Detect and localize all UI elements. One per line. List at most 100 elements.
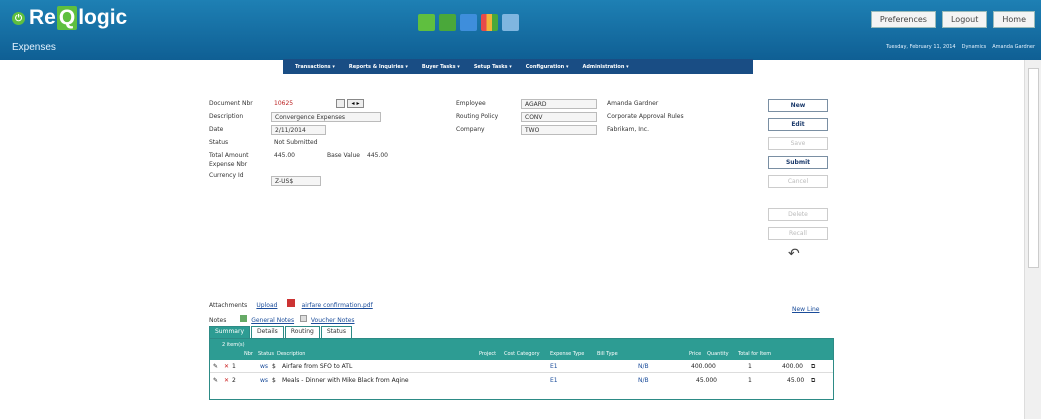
logo-suffix: logic (78, 6, 128, 29)
menu-buyer-tasks[interactable]: Buyer Tasks ▾ (422, 64, 460, 70)
upload-link[interactable]: Upload (256, 302, 277, 309)
edit-row-icon[interactable]: ✎ (213, 363, 218, 370)
main-menu: Transactions ▾ Reports & Inquiries ▾ Buy… (283, 59, 753, 74)
attachments-section: Attachments Upload airfare confirmation.… (209, 292, 373, 324)
power-icon: ⏻ (12, 11, 25, 25)
preferences-button[interactable]: Preferences (870, 11, 936, 28)
row-bill-type[interactable]: N/B (638, 363, 649, 370)
attachment-file-link[interactable]: airfare confirmation.pdf (302, 302, 373, 309)
undo-icon[interactable]: ↶ (788, 246, 800, 262)
submit-button[interactable]: Submit (768, 156, 828, 169)
total-amount-label: Total Amount (209, 152, 249, 159)
row-bill-type[interactable]: N/B (638, 377, 649, 384)
nav-arrows-icon[interactable]: ◂ ▸ (347, 99, 364, 108)
col-project: Project (479, 351, 497, 357)
row-status[interactable]: ws (260, 377, 268, 384)
current-date: Tuesday, February 11, 2014 (886, 44, 956, 50)
col-bill-type: Bill Type (597, 351, 618, 357)
tab-routing[interactable]: Routing (284, 326, 320, 338)
company-label: Company (456, 126, 485, 133)
workflow-icon[interactable] (502, 14, 519, 31)
employee-name: Amanda Gardner (607, 100, 659, 107)
logo-prefix: Re (29, 6, 56, 29)
currency-field[interactable]: Z-US$ (271, 176, 321, 186)
copy-row-icon[interactable]: ⧉ (811, 363, 815, 371)
row-nbr: 1 (232, 363, 236, 370)
excel-icon[interactable] (418, 14, 435, 31)
save-button[interactable]: Save (768, 137, 828, 150)
expense-lines-grid: 2 item(s) Nbr Status Description Project… (209, 338, 834, 400)
home-button[interactable]: Home (993, 11, 1035, 28)
status-label: Status (209, 139, 229, 146)
grid-header: 2 item(s) Nbr Status Description Project… (210, 339, 833, 360)
scrollbar-thumb[interactable] (1028, 68, 1039, 268)
description-field[interactable]: Convergence Expenses (271, 112, 381, 122)
col-price: Price (689, 351, 702, 357)
document-icon[interactable] (460, 14, 477, 31)
recall-button[interactable]: Recall (768, 227, 828, 240)
document-nbr-value: 10625 (274, 100, 294, 107)
lookup-icon[interactable] (336, 99, 345, 108)
menu-reports[interactable]: Reports & Inquiries ▾ (349, 64, 408, 70)
menu-transactions[interactable]: Transactions ▾ (295, 64, 335, 70)
row-price: 45.000 (696, 377, 717, 384)
delete-button[interactable]: Delete (768, 208, 828, 221)
export-icon[interactable] (439, 14, 456, 31)
col-description: Description (277, 351, 306, 357)
menu-administration[interactable]: Administration ▾ (582, 64, 628, 70)
session-info: Tuesday, February 11, 2014 Dynamics Aman… (886, 44, 1035, 50)
base-value-label: Base Value (327, 152, 360, 159)
menu-setup-tasks[interactable]: Setup Tasks ▾ (474, 64, 512, 70)
table-row[interactable]: ✎ ✕ 2 ws $ Meals - Dinner with Mike Blac… (210, 375, 833, 387)
item-count: 2 item(s) (222, 342, 245, 348)
row-price: 400.000 (691, 363, 716, 370)
col-total: Total for Item (738, 351, 772, 357)
routing-policy-field[interactable]: CONV (521, 112, 597, 122)
edit-row-icon[interactable]: ✎ (213, 377, 218, 384)
date-field[interactable]: 2/11/2014 (271, 125, 326, 135)
col-nbr: Nbr (244, 351, 253, 357)
vertical-scrollbar[interactable] (1024, 60, 1041, 419)
tab-strip: Summary Details Routing Status (209, 326, 352, 338)
menu-configuration[interactable]: Configuration ▾ (526, 64, 569, 70)
tab-status[interactable]: Status (320, 326, 352, 338)
voucher-notes-link[interactable]: Voucher Notes (311, 317, 355, 324)
new-button[interactable]: New (768, 99, 828, 112)
new-line-link[interactable]: New Line (792, 306, 820, 313)
total-amount-value: 445.00 (274, 152, 295, 159)
col-expense-type: Expense Type (550, 351, 585, 357)
row-status[interactable]: ws (260, 363, 268, 370)
app-logo: ⏻ Re Qlogic (12, 6, 127, 30)
col-cost-category: Cost Category (504, 351, 540, 357)
chart-icon[interactable] (481, 14, 498, 31)
general-notes-link[interactable]: General Notes (251, 317, 294, 324)
delete-row-icon[interactable]: ✕ (224, 377, 229, 384)
tab-details[interactable]: Details (251, 326, 284, 338)
receipt-icon: $ (272, 377, 276, 384)
module-title: Expenses (12, 42, 56, 53)
routing-policy-label: Routing Policy (456, 113, 499, 120)
notes-icon (240, 315, 248, 322)
row-description: Meals - Dinner with Mike Black from Aqin… (282, 377, 409, 384)
company-field[interactable]: TWO (521, 125, 597, 135)
row-expense-type[interactable]: E1 (550, 363, 558, 370)
cancel-button[interactable]: Cancel (768, 175, 828, 188)
tab-summary[interactable]: Summary (209, 326, 250, 338)
row-expense-type[interactable]: E1 (550, 377, 558, 384)
row-total: 45.00 (787, 377, 805, 384)
app-window: ⏻ Re Qlogic Expenses Preferences Logout H… (0, 0, 1041, 419)
edit-button[interactable]: Edit (768, 118, 828, 131)
col-status: Status (258, 351, 274, 357)
app-header: ⏻ Re Qlogic Expenses Preferences Logout H… (0, 0, 1041, 60)
copy-row-icon[interactable]: ⧉ (811, 377, 815, 385)
company-db: Dynamics (961, 44, 987, 50)
description-label: Description (209, 113, 244, 120)
employee-field[interactable]: AGARD (521, 99, 597, 109)
table-row[interactable]: ✎ ✕ 1 ws $ Airfare from SFO to ATL E1 N/… (210, 361, 833, 373)
logout-button[interactable]: Logout (941, 11, 988, 28)
pdf-icon (286, 299, 295, 307)
attachments-label: Attachments (209, 302, 248, 309)
top-buttons: Preferences Logout Home (870, 11, 1035, 28)
routing-policy-name: Corporate Approval Rules (607, 113, 684, 120)
delete-row-icon[interactable]: ✕ (224, 363, 229, 370)
